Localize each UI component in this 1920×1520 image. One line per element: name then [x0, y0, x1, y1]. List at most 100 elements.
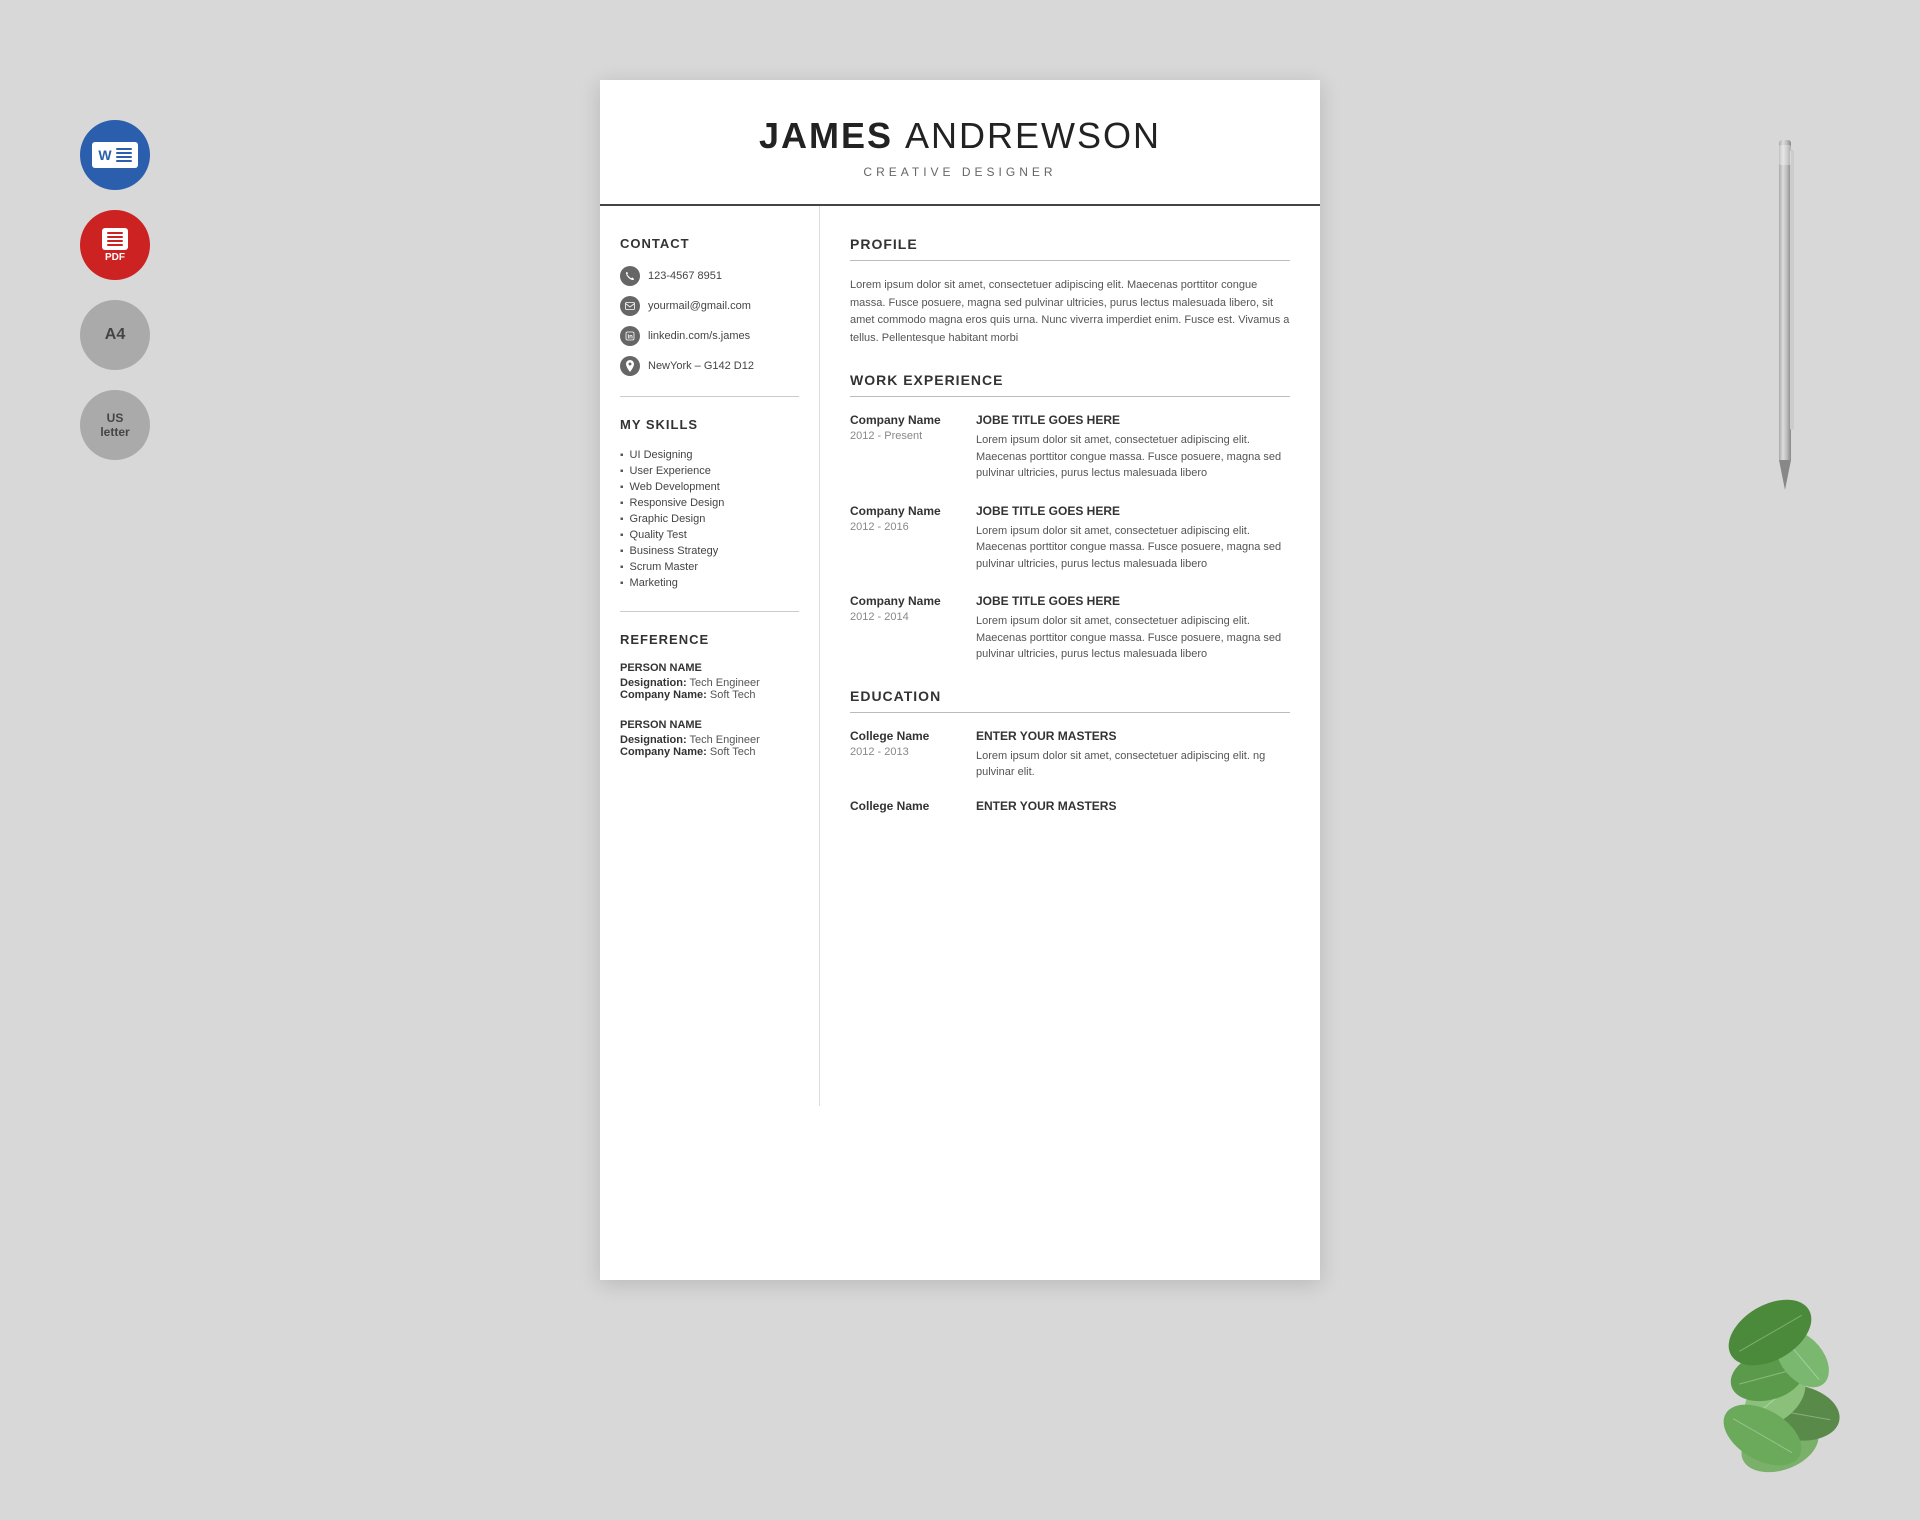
phone-text: 123-4567 8951 [648, 270, 722, 282]
edu-1-college: College Name [850, 729, 960, 743]
location-icon [620, 356, 640, 376]
edu-1-desc: Lorem ipsum dolor sit amet, consectetuer… [976, 748, 1290, 781]
word-letter: W [98, 147, 111, 163]
work-2-desc: Lorem ipsum dolor sit amet, consectetuer… [976, 523, 1290, 573]
work-3-left: Company Name 2012 - 2014 [850, 594, 960, 663]
work-1-dates: 2012 - Present [850, 430, 960, 442]
location-item: NewYork – G142 D12 [620, 356, 799, 376]
phone-item: 123-4567 8951 [620, 266, 799, 286]
a4-icon[interactable]: A4 [80, 300, 150, 370]
first-name: JAMES [759, 115, 893, 156]
edu-2-degree: ENTER YOUR MASTERS [976, 799, 1290, 813]
work-3-desc: Lorem ipsum dolor sit amet, consectetuer… [976, 613, 1290, 663]
ref-1-company: Company Name: Soft Tech [620, 689, 799, 701]
work-2-left: Company Name 2012 - 2016 [850, 504, 960, 573]
side-icons: W [80, 120, 150, 460]
skill-item: Graphic Design [620, 511, 799, 527]
profile-divider [850, 260, 1290, 261]
us-label: USletter [100, 411, 129, 440]
email-icon [620, 296, 640, 316]
linkedin-icon: in [620, 326, 640, 346]
edu-entry-2: College Name ENTER YOUR MASTERS [850, 799, 1290, 818]
ref-2-designation: Designation: Tech Engineer [620, 734, 799, 746]
left-column: CONTACT 123-4567 8951 [600, 206, 820, 1106]
right-column: PROFILE Lorem ipsum dolor sit amet, cons… [820, 206, 1320, 1106]
plant-decoration [1720, 1280, 1840, 1480]
work-section-title: WORK EXPERIENCE [850, 372, 1290, 388]
ref-1-designation: Designation: Tech Engineer [620, 677, 799, 689]
contact-section-title: CONTACT [620, 236, 799, 251]
skill-item: User Experience [620, 463, 799, 479]
skills-list: UI Designing User Experience Web Develop… [620, 447, 799, 591]
edu-2-college: College Name [850, 799, 960, 813]
pen-decoration [1770, 140, 1800, 540]
work-1-title: JOBE TITLE GOES HERE [976, 413, 1290, 427]
divider-1 [620, 396, 799, 397]
divider-2 [620, 611, 799, 612]
edu-1-dates: 2012 - 2013 [850, 746, 960, 758]
work-1-desc: Lorem ipsum dolor sit amet, consectetuer… [976, 432, 1290, 482]
ref-2-company-value: Soft Tech [710, 746, 756, 758]
profile-section: PROFILE Lorem ipsum dolor sit amet, cons… [850, 236, 1290, 347]
resume-paper: JAMES ANDREWSON CREATIVE DESIGNER CONTAC… [600, 80, 1320, 1280]
pdf-icon[interactable]: PDF [80, 210, 150, 280]
last-name: ANDREWSON [905, 115, 1161, 156]
job-title: CREATIVE DESIGNER [640, 165, 1280, 179]
edu-entry-1: College Name 2012 - 2013 ENTER YOUR MAST… [850, 729, 1290, 781]
ref-2-designation-value: Tech Engineer [689, 734, 759, 746]
reference-section-title: REFERENCE [620, 632, 799, 647]
email-item: yourmail@gmail.com [620, 296, 799, 316]
edu-2-right: ENTER YOUR MASTERS [976, 799, 1290, 818]
skill-item: UI Designing [620, 447, 799, 463]
work-experience-section: WORK EXPERIENCE Company Name 2012 - Pres… [850, 372, 1290, 663]
ref-1-company-value: Soft Tech [710, 689, 756, 701]
skill-item: Business Strategy [620, 543, 799, 559]
linkedin-item: in linkedin.com/s.james [620, 326, 799, 346]
reference-person-2: PERSON NAME Designation: Tech Engineer C… [620, 719, 799, 758]
location-text: NewYork – G142 D12 [648, 360, 754, 372]
ref-1-designation-value: Tech Engineer [689, 677, 759, 689]
page-wrapper: W [0, 40, 1920, 1480]
linkedin-text: linkedin.com/s.james [648, 330, 750, 342]
email-text: yourmail@gmail.com [648, 300, 751, 312]
skills-section: MY SKILLS UI Designing User Experience W… [620, 417, 799, 591]
edu-2-left: College Name [850, 799, 960, 818]
skill-item: Web Development [620, 479, 799, 495]
skill-item: Responsive Design [620, 495, 799, 511]
edu-1-left: College Name 2012 - 2013 [850, 729, 960, 781]
pdf-label: PDF [105, 252, 125, 263]
edu-1-degree: ENTER YOUR MASTERS [976, 729, 1290, 743]
work-1-right: JOBE TITLE GOES HERE Lorem ipsum dolor s… [976, 413, 1290, 482]
a4-label: A4 [105, 326, 125, 344]
work-1-company: Company Name [850, 413, 960, 427]
work-entry-1: Company Name 2012 - Present JOBE TITLE G… [850, 413, 1290, 482]
work-3-title: JOBE TITLE GOES HERE [976, 594, 1290, 608]
us-icon[interactable]: USletter [80, 390, 150, 460]
profile-text: Lorem ipsum dolor sit amet, consectetuer… [850, 277, 1290, 347]
work-3-right: JOBE TITLE GOES HERE Lorem ipsum dolor s… [976, 594, 1290, 663]
skills-section-title: MY SKILLS [620, 417, 799, 432]
education-divider [850, 712, 1290, 713]
work-2-title: JOBE TITLE GOES HERE [976, 504, 1290, 518]
edu-1-right: ENTER YOUR MASTERS Lorem ipsum dolor sit… [976, 729, 1290, 781]
ref-1-name: PERSON NAME [620, 662, 799, 674]
work-3-dates: 2012 - 2014 [850, 611, 960, 623]
education-section: EDUCATION College Name 2012 - 2013 ENTER… [850, 688, 1290, 818]
skill-item: Marketing [620, 575, 799, 591]
skill-item: Scrum Master [620, 559, 799, 575]
work-2-dates: 2012 - 2016 [850, 521, 960, 533]
profile-section-title: PROFILE [850, 236, 1290, 252]
full-name: JAMES ANDREWSON [640, 115, 1280, 157]
work-2-company: Company Name [850, 504, 960, 518]
ref-2-company: Company Name: Soft Tech [620, 746, 799, 758]
word-icon[interactable]: W [80, 120, 150, 190]
work-2-right: JOBE TITLE GOES HERE Lorem ipsum dolor s… [976, 504, 1290, 573]
reference-person-1: PERSON NAME Designation: Tech Engineer C… [620, 662, 799, 701]
resume-body: CONTACT 123-4567 8951 [600, 206, 1320, 1106]
work-entry-2: Company Name 2012 - 2016 JOBE TITLE GOES… [850, 504, 1290, 573]
work-3-company: Company Name [850, 594, 960, 608]
svg-text:in: in [628, 335, 634, 341]
work-entry-3: Company Name 2012 - 2014 JOBE TITLE GOES… [850, 594, 1290, 663]
reference-section: REFERENCE PERSON NAME Designation: Tech … [620, 632, 799, 758]
work-1-left: Company Name 2012 - Present [850, 413, 960, 482]
